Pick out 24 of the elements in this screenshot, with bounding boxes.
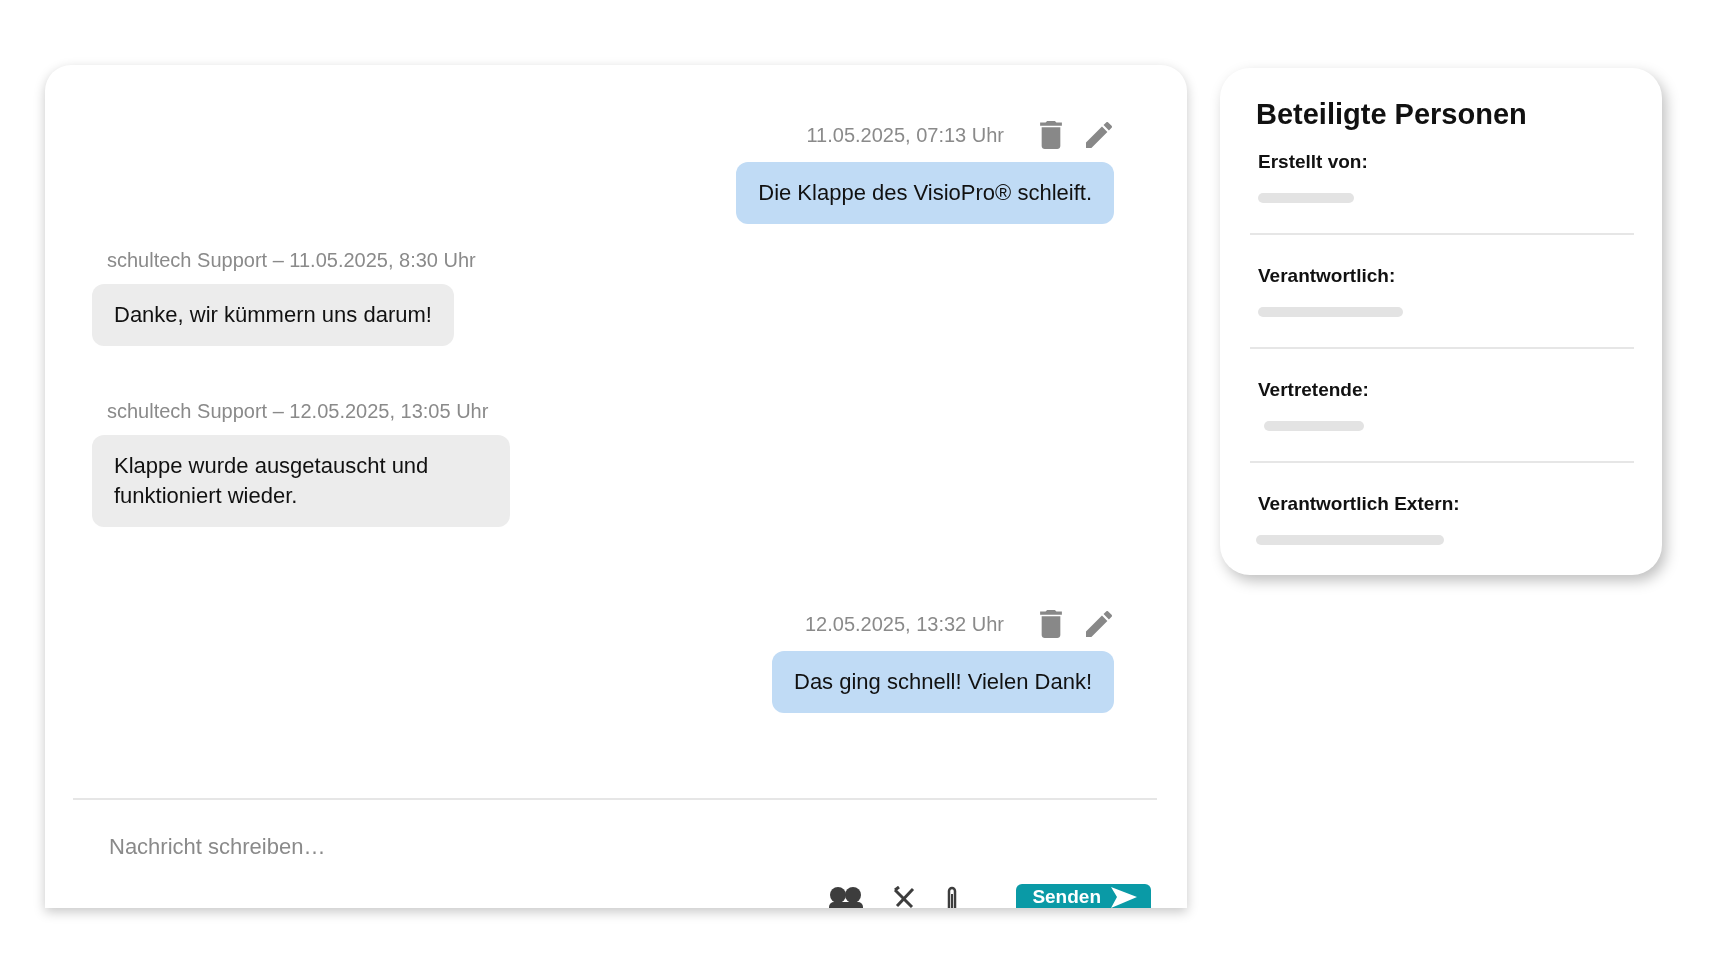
field-label: Verantwortlich Extern: (1258, 493, 1461, 515)
field-label: Vertretende: (1258, 379, 1370, 401)
send-button[interactable]: Senden (1016, 884, 1151, 908)
edit-icon (1086, 611, 1112, 637)
message-author: schultech Support – 12.05.2025, 13:05 Uhr (106, 400, 489, 423)
message-timestamp: 12.05.2025, 13:32 Uhr (804, 612, 1004, 636)
message-bubble: Das ging schnell! Vielen Dank! (772, 651, 1114, 713)
edit-button[interactable] (1084, 120, 1114, 150)
people-icon (828, 886, 865, 908)
edit-icon (1086, 122, 1112, 148)
field-label: Erstellt von: (1258, 151, 1369, 173)
message-timestamp: 11.05.2025, 07:13 Uhr (806, 123, 1004, 147)
message-bubble: Klappe wurde ausgetauscht und funktioniert wieder. (92, 435, 510, 527)
message-input-field[interactable]: Nachricht schreiben… (73, 832, 1159, 862)
people-button[interactable] (828, 886, 865, 908)
send-icon (1111, 887, 1137, 908)
delete-icon (1039, 610, 1063, 638)
delete-icon (1039, 121, 1063, 149)
message-bubble: Die Klappe des VisioPro® schleift. (736, 162, 1114, 224)
panel-title: Beteiligte Personen (1256, 98, 1528, 131)
message-bubble: Danke, wir kümmern uns darum! (92, 284, 454, 346)
edit-button[interactable] (1084, 609, 1114, 639)
field-label: Verantwortlich: (1258, 265, 1397, 287)
message-author: schultech Support – 11.05.2025, 8:30 Uhr (106, 249, 476, 272)
